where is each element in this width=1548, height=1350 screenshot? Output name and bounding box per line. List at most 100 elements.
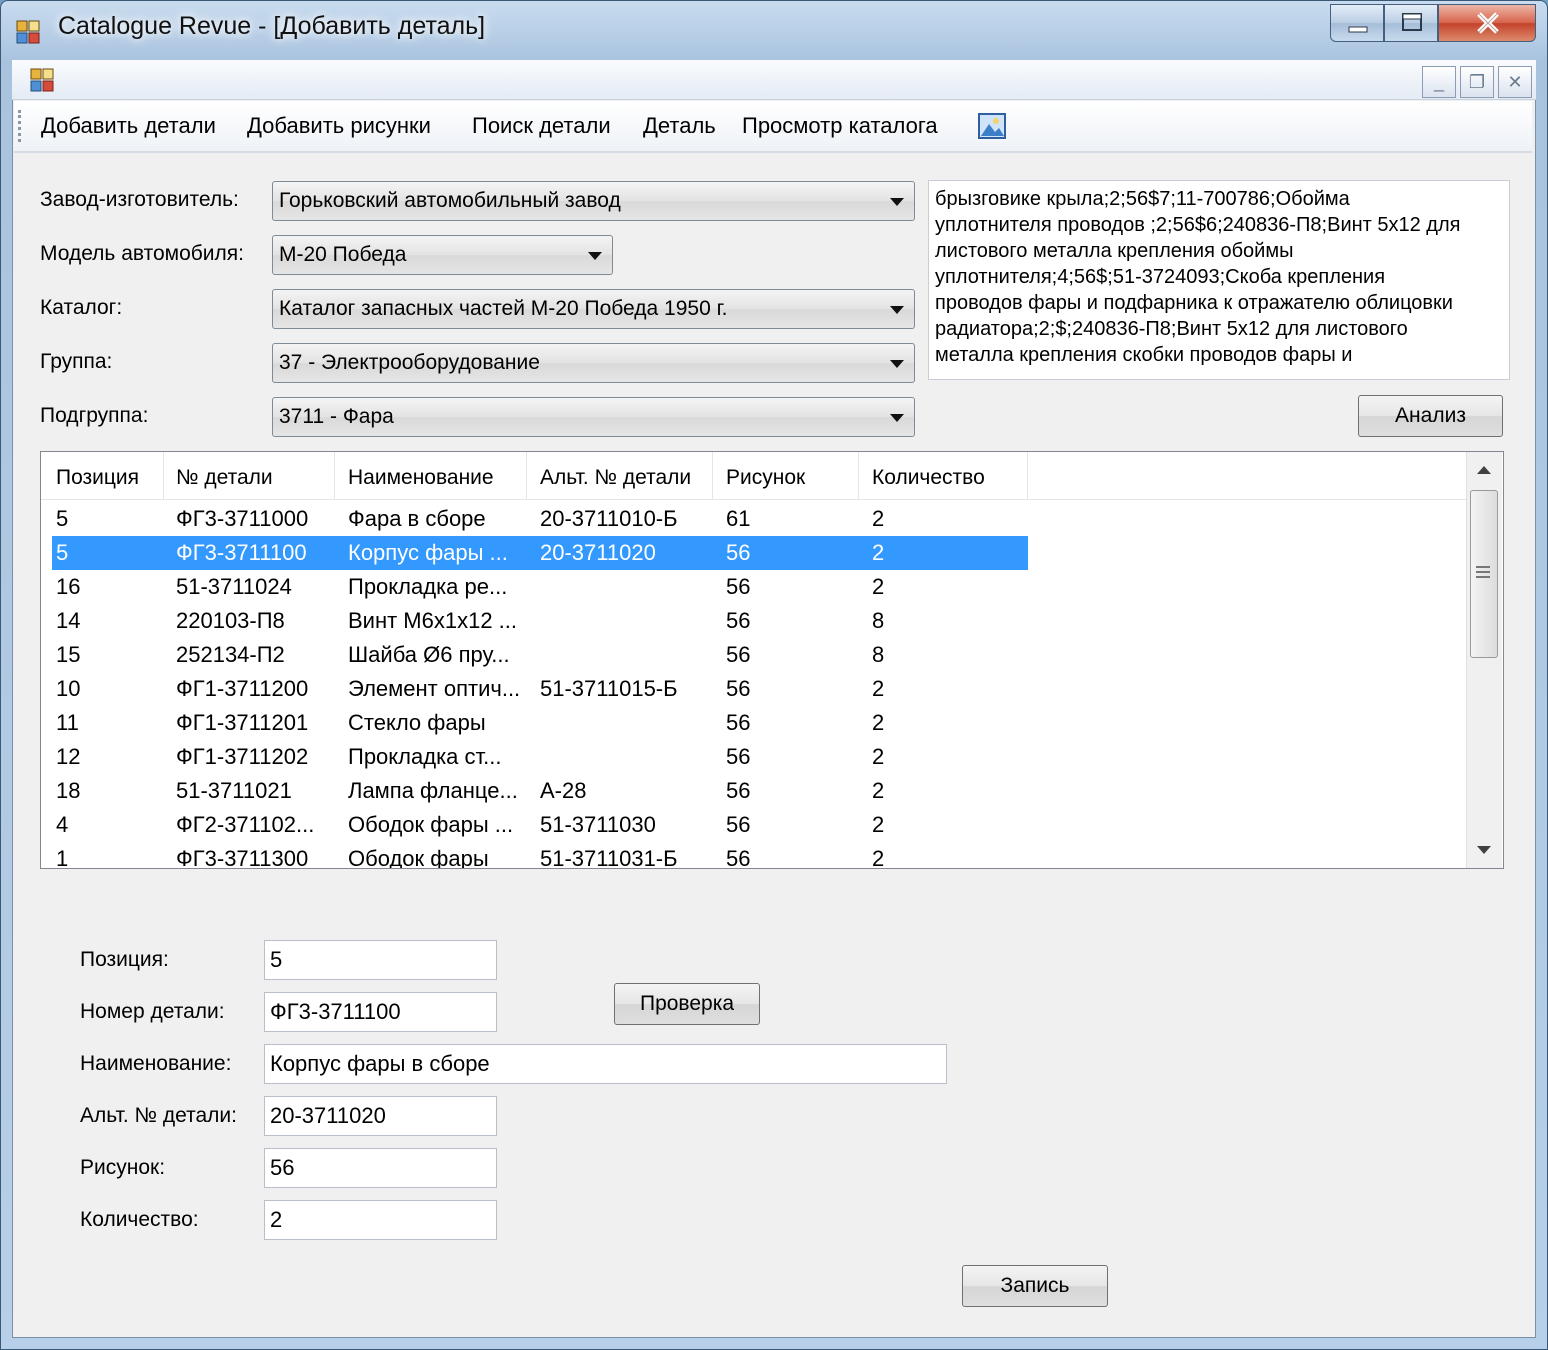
table-cell-alt: А-28 bbox=[540, 778, 587, 803]
picture-icon[interactable] bbox=[978, 112, 1006, 140]
table-cell-pos: 18 bbox=[56, 778, 81, 803]
child-minimize-button[interactable]: _ bbox=[1422, 66, 1456, 98]
close-icon bbox=[1477, 12, 1499, 34]
table-cell-name: Фара в сборе bbox=[348, 506, 486, 531]
chevron-down-icon bbox=[588, 252, 602, 260]
table-cell-pos: 14 bbox=[56, 608, 81, 633]
menu-view-catalog[interactable]: Просмотр каталога bbox=[742, 113, 938, 139]
subgroup-label: Подгруппа: bbox=[40, 404, 149, 427]
restore-icon: ❐ bbox=[1468, 72, 1486, 92]
child-window-icon[interactable] bbox=[30, 68, 54, 92]
position-field[interactable]: 5 bbox=[264, 940, 497, 980]
table-row[interactable]: 5 ФГ3-3711100 Корпус фары ... 20-3711020 56 2 bbox=[52, 536, 1028, 570]
memo-line: радиатора;2;$;240836-П8;Винт 5x12 для ли… bbox=[935, 318, 1408, 340]
memo-line: листового металла крепления обоймы bbox=[935, 240, 1294, 262]
table-cell-fig: 56 bbox=[726, 812, 751, 837]
table-cell-fig: 56 bbox=[726, 642, 751, 667]
table-cell-alt: 51-3711030 bbox=[540, 812, 656, 837]
minimize-button[interactable] bbox=[1330, 4, 1384, 42]
table-row[interactable]: 4 ФГ2-371102... Ободок фары ... 51-3711030 5… bbox=[52, 808, 1028, 842]
table-cell-pos: 10 bbox=[56, 676, 81, 701]
table-cell-pos: 1 bbox=[56, 846, 69, 868]
quantity-field[interactable]: 2 bbox=[264, 1200, 497, 1240]
table-row[interactable]: 18 51-3711021 Лампа фланце... А-28 56 2 bbox=[52, 774, 1028, 808]
scroll-down-icon[interactable] bbox=[1477, 846, 1491, 854]
name-field[interactable]: Корпус фары в сборе bbox=[264, 1044, 947, 1084]
manufacturer-value: Горьковский автомобильный завод bbox=[279, 189, 621, 212]
menu-add-parts[interactable]: Добавить детали bbox=[41, 113, 216, 139]
close-button[interactable] bbox=[1438, 4, 1536, 42]
alt-number-field[interactable]: 20-3711020 bbox=[264, 1096, 497, 1136]
table-cell-pos: 5 bbox=[56, 506, 69, 531]
table-cell-alt: 51-3711015-Б bbox=[540, 676, 678, 701]
menu-part[interactable]: Деталь bbox=[643, 113, 716, 139]
table-cell-qty: 2 bbox=[872, 812, 885, 837]
figure-field[interactable]: 56 bbox=[264, 1148, 497, 1188]
catalog-select[interactable]: Каталог запасных частей М-20 Победа 1950… bbox=[272, 289, 915, 329]
table-cell-name: Ободок фары bbox=[348, 846, 489, 868]
column-header-quantity[interactable]: Количество bbox=[858, 452, 1028, 500]
table-cell-fig: 56 bbox=[726, 846, 751, 868]
table-cell-name: Шайба Ø6 пру... bbox=[348, 642, 510, 667]
table-cell-alt: 20-3711020 bbox=[540, 540, 656, 565]
memo-line: уплотнителя проводов ;2;56$6;240836-П8;В… bbox=[935, 214, 1461, 236]
raw-text-memo[interactable]: брызговике крыла;2;56$7;11-700786;Обойма… bbox=[928, 180, 1510, 380]
table-cell-num: ФГ3-3711300 bbox=[176, 846, 309, 868]
part-number-field[interactable]: ФГ3-3711100 bbox=[264, 992, 497, 1032]
catalog-label: Каталог: bbox=[40, 296, 123, 319]
catalog-value: Каталог запасных частей М-20 Победа 1950… bbox=[279, 297, 728, 320]
column-header-part-number[interactable]: № детали bbox=[162, 452, 335, 500]
table-cell-num: ФГ3-3711100 bbox=[176, 540, 307, 565]
table-cell-qty: 2 bbox=[872, 846, 885, 868]
table-cell-name: Винт М6х1х12 ... bbox=[348, 608, 518, 633]
table-cell-qty: 8 bbox=[872, 642, 885, 667]
group-select[interactable]: 37 - Электрооборудование bbox=[272, 343, 915, 383]
toolbar-grip[interactable] bbox=[18, 110, 22, 142]
table-row[interactable]: 15 252134-П2 Шайба Ø6 пру... 56 8 bbox=[52, 638, 1028, 672]
maximize-button[interactable] bbox=[1384, 4, 1438, 42]
table-row[interactable]: 16 51-3711024 Прокладка ре... 56 2 bbox=[52, 570, 1028, 604]
table-cell-name: Элемент оптич... bbox=[348, 676, 521, 701]
table-cell-pos: 5 bbox=[56, 540, 69, 565]
save-button[interactable]: Запись bbox=[962, 1265, 1108, 1307]
table-cell-qty: 2 bbox=[872, 506, 885, 531]
table-cell-num: ФГ1-3711202 bbox=[176, 744, 309, 769]
chevron-down-icon bbox=[890, 198, 904, 206]
table-cell-alt: 20-3711010-Б bbox=[540, 506, 678, 531]
table-row[interactable]: 14 220103-П8 Винт М6х1х12 ... 56 8 bbox=[52, 604, 1028, 638]
table-row[interactable]: 1 ФГ3-3711300 Ободок фары 51-3711031-Б 56 2 bbox=[52, 842, 1028, 868]
chevron-down-icon bbox=[890, 306, 904, 314]
memo-line: уплотнителя;4;56$;51-3724093;Скоба крепл… bbox=[935, 266, 1386, 288]
child-restore-button[interactable]: ❐ bbox=[1460, 66, 1494, 98]
scroll-up-icon[interactable] bbox=[1477, 466, 1491, 474]
close-icon: ✕ bbox=[1507, 72, 1523, 92]
manufacturer-select[interactable]: Горьковский автомобильный завод bbox=[272, 181, 915, 221]
table-row[interactable]: 12 ФГ1-3711202 Прокладка ст... 56 2 bbox=[52, 740, 1028, 774]
table-cell-qty: 2 bbox=[872, 710, 885, 735]
table-cell-name: Прокладка ст... bbox=[348, 744, 502, 769]
table-cell-pos: 11 bbox=[56, 710, 79, 735]
column-header-alt-number[interactable]: Альт. № детали bbox=[526, 452, 713, 500]
memo-line: брызговике крыла;2;56$7;11-700786;Обойма bbox=[935, 188, 1350, 210]
table-row[interactable]: 10 ФГ1-3711200 Элемент оптич... 51-3711015-… bbox=[52, 672, 1028, 706]
column-header-name[interactable]: Наименование bbox=[334, 452, 527, 500]
table-cell-name: Лампа фланце... bbox=[348, 778, 518, 803]
table-row[interactable]: 11 ФГ1-3711201 Стекло фары 56 2 bbox=[52, 706, 1028, 740]
child-close-button[interactable]: ✕ bbox=[1498, 66, 1532, 98]
table-cell-fig: 56 bbox=[726, 778, 751, 803]
table-cell-qty: 2 bbox=[872, 744, 885, 769]
subgroup-select[interactable]: 3711 - Фара bbox=[272, 397, 915, 437]
memo-line: проводов фары и подфарника к отражателю … bbox=[935, 292, 1453, 314]
column-header-figure[interactable]: Рисунок bbox=[712, 452, 859, 500]
window-title: Catalogue Revue - [Добавить деталь] bbox=[58, 12, 486, 40]
menu-search-part[interactable]: Поиск детали bbox=[472, 113, 611, 139]
model-label: Модель автомобиля: bbox=[40, 242, 244, 265]
menu-add-pictures[interactable]: Добавить рисунки bbox=[247, 113, 431, 139]
analyze-button[interactable]: Анализ bbox=[1358, 395, 1503, 437]
table-cell-pos: 15 bbox=[56, 642, 81, 667]
model-select[interactable]: М-20 Победа bbox=[272, 235, 613, 275]
check-button[interactable]: Проверка bbox=[614, 983, 760, 1025]
position-label: Позиция: bbox=[80, 948, 169, 971]
table-row[interactable]: 5 ФГ3-3711000 Фара в сборе 20-3711010-Б 61 2 bbox=[52, 502, 1028, 536]
column-header-position[interactable]: Позиция bbox=[42, 452, 164, 500]
